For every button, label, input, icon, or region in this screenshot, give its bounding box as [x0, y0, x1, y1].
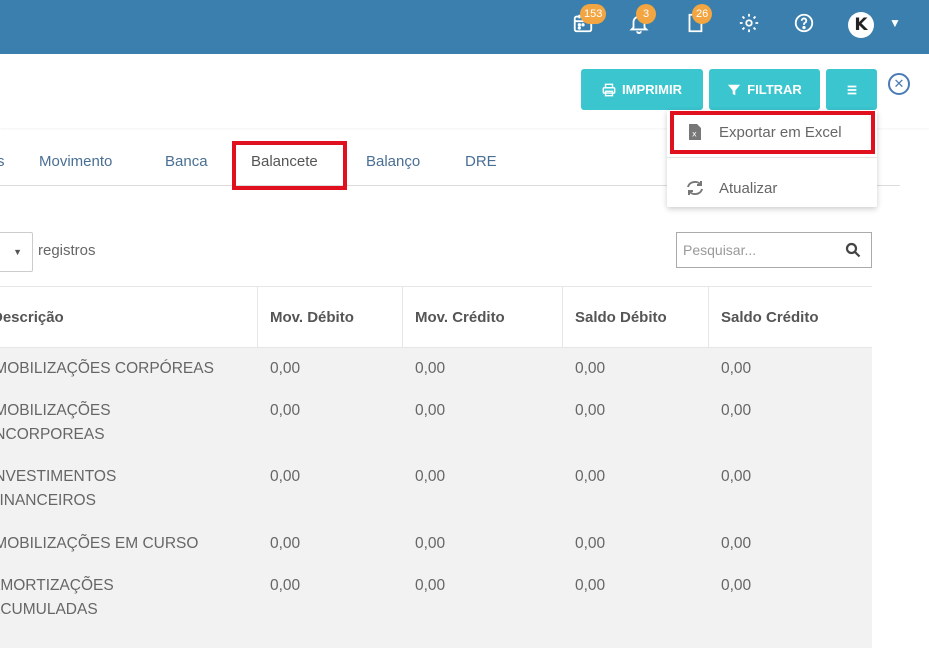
balancete-tab-highlight	[232, 141, 347, 190]
cell-descricao-line: AMORTIZAÇÕES	[0, 577, 114, 594]
cell-mov-debito: 0,00	[270, 360, 301, 377]
menu-button[interactable]	[826, 69, 877, 110]
refresh-item[interactable]: Atualizar	[667, 168, 877, 208]
cell-descricao-line: ACUMULADAS	[0, 600, 98, 618]
cell-descricao: IMOBILIZAÇÕES INCORPOREAS	[0, 399, 250, 446]
help-button[interactable]	[793, 12, 817, 36]
cell-mov-credito: 0,00	[415, 360, 446, 377]
cell-saldo-credito: 0,00	[721, 535, 752, 552]
cell-mov-credito: 0,00	[415, 577, 446, 594]
top-navbar: 153 3 26 K ▼	[0, 0, 929, 54]
column-header-mov-debito[interactable]: Mov. Débito	[258, 287, 403, 349]
user-avatar[interactable]: K	[848, 12, 874, 38]
cell-descricao-line: IMOBILIZAÇÕES	[0, 402, 111, 419]
cell-saldo-debito: 0,00	[575, 577, 606, 594]
refresh-label: Atualizar	[719, 179, 778, 197]
column-header-saldo-debito[interactable]: Saldo Débito	[563, 287, 709, 349]
refresh-icon	[685, 180, 705, 196]
cell-descricao-line: IMOBILIZAÇÕES EM CURSO	[0, 535, 199, 552]
cell-descricao-line: INCORPOREAS	[0, 425, 105, 443]
tab-partial[interactable]: s	[0, 153, 5, 170]
table-header: Descrição Mov. Débito Mov. Crédito Saldo…	[0, 286, 872, 349]
printer-icon	[602, 83, 616, 96]
column-header-mov-credito[interactable]: Mov. Crédito	[403, 287, 563, 349]
cell-saldo-debito: 0,00	[575, 468, 606, 485]
cell-mov-credito: 0,00	[415, 402, 446, 419]
cell-descricao: AMORTIZAÇÕES ACUMULADAS	[0, 574, 250, 621]
table-body: IMOBILIZAÇÕES CORPÓREAS 0,00 0,00 0,00 0…	[0, 348, 872, 648]
cell-saldo-debito: 0,00	[575, 360, 606, 377]
cell-mov-debito: 0,00	[270, 468, 301, 485]
tab-banca[interactable]: Banca	[165, 153, 208, 170]
export-excel-highlight	[670, 111, 875, 154]
column-header-descricao[interactable]: Descrição	[0, 287, 258, 349]
column-header-saldo-credito[interactable]: Saldo Crédito	[709, 287, 872, 349]
chevron-down-icon[interactable]: ▼	[889, 16, 901, 30]
document-badge: 26	[692, 4, 713, 24]
filter-button[interactable]: FILTRAR	[709, 69, 820, 110]
help-icon	[794, 13, 814, 33]
cell-saldo-credito: 0,00	[721, 577, 752, 594]
cell-mov-credito: 0,00	[415, 468, 446, 485]
cell-descricao: INVESTIMENTOS FINANCEIROS	[0, 465, 250, 512]
settings-button[interactable]	[738, 12, 762, 36]
cell-mov-credito: 0,00	[415, 535, 446, 552]
cell-descricao-line: IMOBILIZAÇÕES CORPÓREAS	[0, 360, 214, 377]
cell-saldo-credito: 0,00	[721, 402, 752, 419]
cell-descricao: IMOBILIZAÇÕES EM CURSO	[0, 532, 250, 556]
tab-dre[interactable]: DRE	[465, 153, 497, 170]
cell-saldo-credito: 0,00	[721, 360, 752, 377]
print-label: IMPRIMIR	[622, 82, 682, 97]
search-icon[interactable]	[845, 242, 861, 258]
documents-button[interactable]: 26	[684, 4, 713, 36]
avatar-letter: K	[854, 15, 868, 35]
calendar-button[interactable]: 153	[572, 4, 607, 36]
registros-label: registros	[38, 242, 96, 259]
bell-badge: 3	[636, 4, 656, 24]
cell-descricao-line: INVESTIMENTOS	[0, 468, 117, 485]
cell-mov-debito: 0,00	[270, 577, 301, 594]
tab-movimento[interactable]: Movimento	[39, 153, 112, 170]
dropdown-divider	[667, 157, 877, 158]
page-length-select[interactable]: ▼	[0, 232, 33, 272]
gear-icon	[739, 13, 759, 33]
filter-icon	[728, 84, 741, 95]
tab-balanco[interactable]: Balanço	[366, 153, 420, 170]
close-circle-icon[interactable]: ✕	[888, 73, 910, 95]
cell-saldo-debito: 0,00	[575, 535, 606, 552]
filter-label: FILTRAR	[747, 82, 802, 97]
cell-mov-debito: 0,00	[270, 402, 301, 419]
search-input[interactable]	[677, 233, 837, 267]
hamburger-icon	[847, 85, 856, 94]
calendar-badge: 153	[580, 4, 607, 24]
caret-down-icon: ▼	[13, 247, 22, 257]
cell-saldo-credito: 0,00	[721, 468, 752, 485]
cell-saldo-debito: 0,00	[575, 402, 606, 419]
search-box	[676, 232, 872, 268]
cell-descricao: IMOBILIZAÇÕES CORPÓREAS	[0, 357, 250, 381]
print-button[interactable]: IMPRIMIR	[581, 69, 703, 110]
cell-mov-debito: 0,00	[270, 535, 301, 552]
cell-descricao-line: FINANCEIROS	[0, 491, 96, 509]
notifications-button[interactable]: 3	[628, 4, 656, 36]
